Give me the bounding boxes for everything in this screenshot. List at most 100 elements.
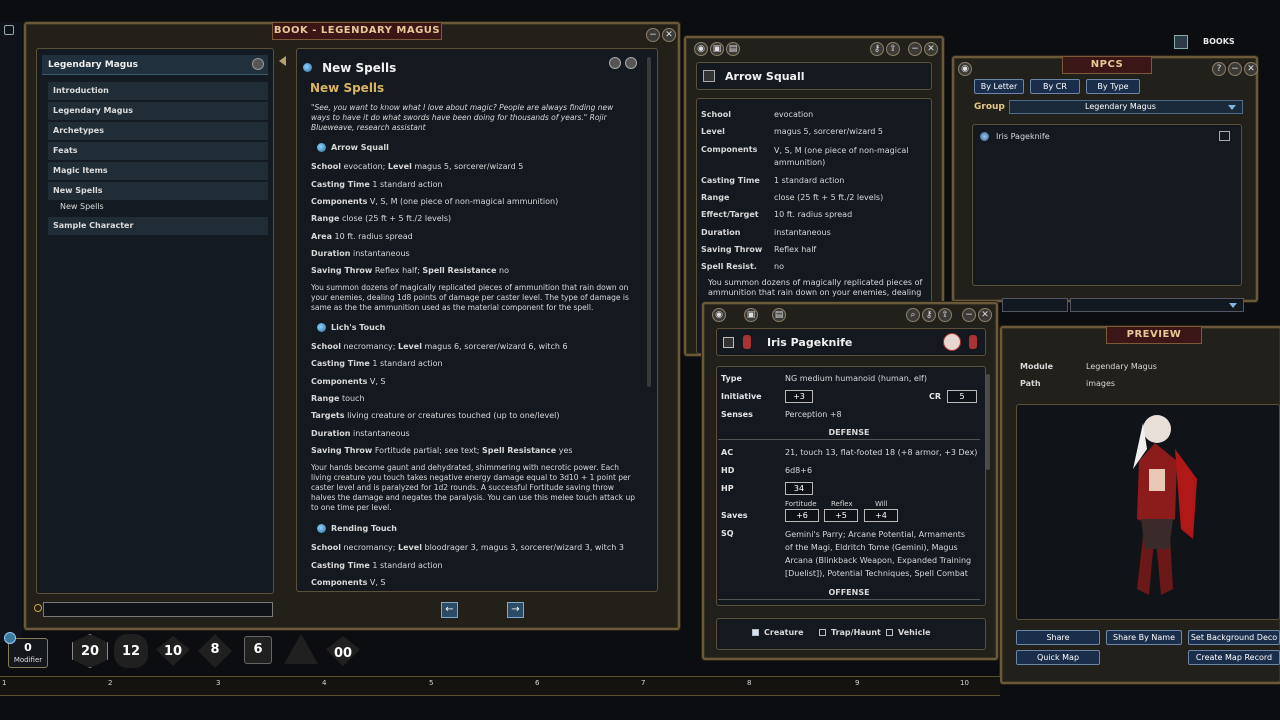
hp-field[interactable]: 34	[785, 482, 813, 495]
create-map-record-button[interactable]: Create Map Record	[1188, 650, 1280, 665]
field-value: magus 5, sorcerer/wizard 5	[414, 162, 524, 171]
close-button[interactable]: ✕	[662, 28, 676, 42]
cr-field[interactable]: 5	[947, 390, 977, 403]
set-background-deco-button[interactable]: Set Background Deco	[1188, 630, 1280, 645]
hotbar-slot[interactable]: 9	[855, 678, 859, 688]
spell-type-icon	[703, 70, 715, 82]
hotbar-slot[interactable]: 1	[2, 678, 6, 688]
field-label: Components	[311, 197, 368, 206]
content-scrollbar[interactable]	[647, 57, 651, 387]
quick-map-button[interactable]: Quick Map	[1016, 650, 1100, 665]
next-page-button[interactable]: →	[507, 602, 524, 618]
d4-die[interactable]	[284, 634, 318, 664]
share-button[interactable]: Share	[1016, 630, 1100, 645]
image-icon[interactable]: ▣	[744, 308, 758, 322]
hotbar-slot[interactable]: 7	[641, 678, 645, 688]
close-button[interactable]: ✕	[924, 42, 938, 56]
sq-value: Gemini's Parry; Arcane Potential, Armame…	[785, 530, 972, 578]
modifier-box[interactable]: 0 Modifier	[8, 638, 48, 668]
radio-checked-icon	[752, 629, 759, 636]
sidebar-item-legendary-magus[interactable]: Legendary Magus	[48, 102, 268, 120]
book-icon[interactable]	[1219, 131, 1230, 141]
help-button[interactable]: ?	[1212, 62, 1226, 76]
sidebar-item-feats[interactable]: Feats	[48, 142, 268, 160]
character-portrait	[1133, 415, 1197, 595]
field-row: Components	[701, 145, 757, 155]
share-button[interactable]: ⇪	[886, 42, 900, 56]
minimize-button[interactable]: −	[908, 42, 922, 56]
lock-icon[interactable]: ⚷	[870, 42, 884, 56]
group-label: Group	[974, 102, 1005, 112]
spell-line: Saving Throw Reflex half; Spell Resistan…	[311, 266, 509, 276]
books-button[interactable]: BOOKS	[1172, 33, 1236, 51]
share-button[interactable]: ⇪	[938, 308, 952, 322]
by-letter-button[interactable]: By Letter	[974, 79, 1024, 94]
hotbar-slot[interactable]: 10	[960, 678, 969, 688]
preview-title: PREVIEW	[1106, 326, 1202, 344]
search-icon[interactable]: ⌕	[906, 308, 920, 322]
iris-title: Iris Pageknife	[767, 336, 853, 349]
search-input[interactable]	[43, 602, 273, 617]
modifier-label: Modifier	[13, 656, 43, 664]
field-value: no	[499, 266, 509, 275]
share-by-name-button[interactable]: Share By Name	[1106, 630, 1182, 645]
back-arrow-icon[interactable]	[279, 56, 286, 66]
spell-heading[interactable]: Rending Touch	[317, 524, 397, 534]
spell-name: Rending Touch	[331, 524, 397, 533]
hotbar-slot[interactable]: 2	[108, 678, 112, 688]
share-icon[interactable]: ◉	[694, 42, 708, 56]
minimize-button[interactable]: −	[646, 28, 660, 42]
sidebar-item-introduction[interactable]: Introduction	[48, 82, 268, 100]
sidebar-item-archetypes[interactable]: Archetypes	[48, 122, 268, 140]
share-icon[interactable]: ◉	[712, 308, 726, 322]
ac-value: 21, touch 13, flat-footed 18 (+8 armor, …	[785, 448, 978, 457]
reflex-field[interactable]: +5	[824, 509, 858, 522]
hotbar-slot[interactable]: 3	[216, 678, 220, 688]
books-label: BOOKS	[1203, 37, 1235, 46]
sidebar-item-label: Introduction	[53, 86, 109, 95]
gear-icon[interactable]	[4, 632, 16, 644]
token-icon[interactable]	[969, 335, 977, 349]
hotbar-slot[interactable]: 4	[322, 678, 326, 688]
close-button[interactable]: ✕	[978, 308, 992, 322]
lock-icon[interactable]	[4, 25, 14, 35]
modifier-value: 0	[24, 641, 32, 654]
npc-list-item[interactable]: Iris Pageknife	[980, 131, 1232, 143]
iris-scrollbar[interactable]	[986, 374, 990, 470]
sidebar-item-sample-character[interactable]: Sample Character	[48, 217, 268, 235]
sidebar-subitem-new-spells[interactable]: New Spells	[48, 199, 268, 215]
npcs-title: NPCS	[1062, 56, 1152, 74]
sidebar-item-magic-items[interactable]: Magic Items	[48, 162, 268, 180]
notes-icon[interactable]: ▤	[772, 308, 786, 322]
group-select[interactable]: Legendary Magus	[1009, 100, 1243, 114]
field-value: touch	[341, 394, 365, 403]
by-type-button[interactable]: By Type	[1086, 79, 1140, 94]
sidebar-header[interactable]: Legendary Magus	[42, 55, 268, 75]
minimize-button[interactable]: −	[1228, 62, 1242, 76]
book-window-title: BOOK - LEGENDARY MAGUS	[272, 22, 442, 40]
hotbar-slot[interactable]: 8	[747, 678, 751, 688]
will-field[interactable]: +4	[864, 509, 898, 522]
previous-page-button[interactable]: ←	[441, 602, 458, 618]
lock-icon[interactable]	[625, 57, 637, 69]
token-icon[interactable]	[743, 335, 751, 349]
lock-icon[interactable]: ⚷	[922, 308, 936, 322]
sidebar-item-new-spells[interactable]: New Spells	[48, 182, 268, 200]
portrait-icon[interactable]	[943, 333, 961, 351]
minimize-button[interactable]: −	[962, 308, 976, 322]
spell-heading[interactable]: Lich's Touch	[317, 323, 385, 333]
fortitude-field[interactable]: +6	[785, 509, 819, 522]
hotbar-slot[interactable]: 5	[429, 678, 433, 688]
npc-icon[interactable]: ◉	[958, 62, 972, 76]
spell-heading[interactable]: Arrow Squall	[317, 143, 389, 153]
field-row: Duration	[701, 228, 740, 238]
hotbar-slot[interactable]: 6	[535, 678, 539, 688]
notes-icon[interactable]: ▤	[726, 42, 740, 56]
close-button[interactable]: ✕	[1244, 62, 1258, 76]
lock-icon[interactable]	[252, 58, 264, 70]
image-icon[interactable]: ▣	[710, 42, 724, 56]
by-cr-button[interactable]: By CR	[1030, 79, 1080, 94]
link-icon[interactable]	[609, 57, 621, 69]
initiative-field[interactable]: +3	[785, 390, 813, 403]
background-select[interactable]	[1070, 298, 1244, 312]
